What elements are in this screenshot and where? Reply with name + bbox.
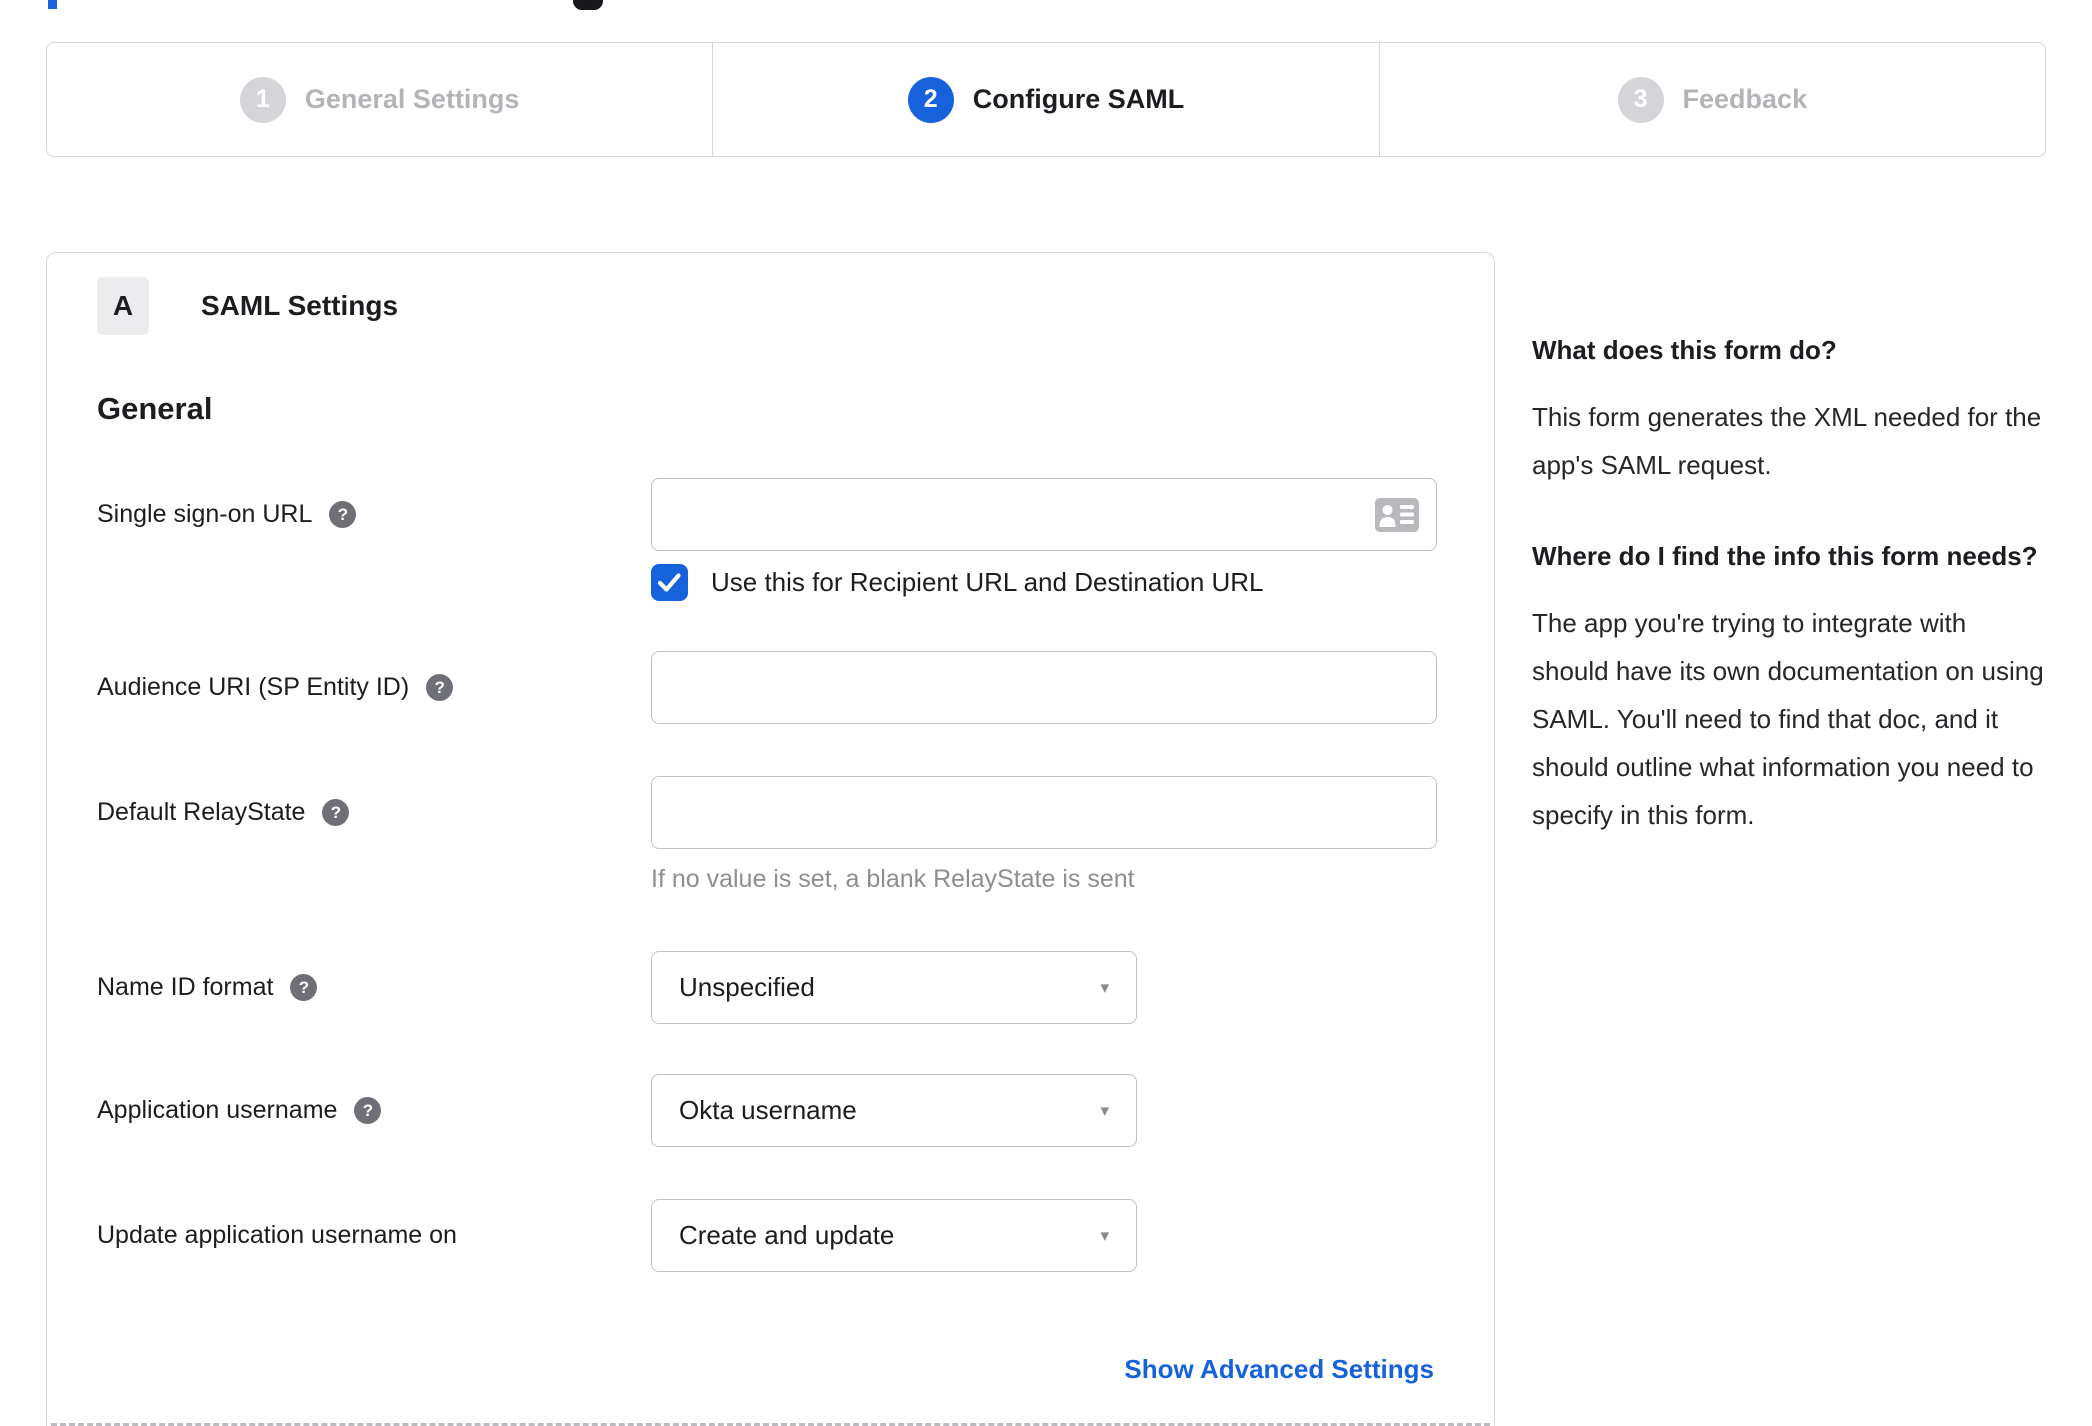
sso-url-help-icon[interactable]: ? <box>329 501 357 528</box>
update-application-username-select[interactable]: Create and update ▾ <box>651 1199 1137 1272</box>
general-group-title: General <box>97 391 213 426</box>
audience-uri-help-icon[interactable]: ? <box>426 674 454 701</box>
audience-uri-row: Audience URI (SP Entity ID) ? <box>97 651 1437 724</box>
audience-uri-input[interactable] <box>651 651 1437 724</box>
saml-settings-panel: A SAML Settings General Single sign-on U… <box>46 252 1495 1426</box>
name-id-format-selected-value: Unspecified <box>679 972 815 1002</box>
advanced-settings-row: Show Advanced Settings <box>97 1354 1434 1385</box>
step-2-label: Configure SAML <box>972 84 1185 114</box>
recipient-url-checkbox-label: Use this for Recipient URL and Destinati… <box>711 567 1264 597</box>
name-id-format-row: Name ID format ? Unspecified ▾ <box>97 951 1434 1024</box>
sidebar-paragraph-where: The app you're trying to integrate with … <box>1532 608 2044 830</box>
sso-url-row: Single sign-on URL ? Use this for Recipi… <box>97 478 1437 601</box>
step-1-label: General Settings <box>304 84 520 114</box>
chevron-down-icon: ▾ <box>1100 1225 1109 1245</box>
application-username-label: Application username <box>97 1096 338 1124</box>
section-letter-badge: A <box>97 277 149 335</box>
sso-url-label: Single sign-on URL <box>97 500 313 528</box>
recipient-url-checkbox-row[interactable]: Use this for Recipient URL and Destinati… <box>651 564 1437 601</box>
update-application-username-row: Update application username on Create an… <box>97 1199 1434 1272</box>
default-relaystate-row: Default RelayState ? If no value is set,… <box>97 776 1437 894</box>
sso-url-input[interactable] <box>651 478 1437 551</box>
default-relaystate-help-icon[interactable]: ? <box>322 799 350 826</box>
cutoff-blue-element <box>48 0 57 9</box>
step-general-settings[interactable]: 1 General Settings <box>47 43 714 156</box>
cutoff-dark-element <box>573 0 603 10</box>
sidebar-heading-what: What does this form do? <box>1532 335 1837 365</box>
show-advanced-settings-link[interactable]: Show Advanced Settings <box>1124 1354 1434 1384</box>
name-id-format-label: Name ID format <box>97 973 274 1001</box>
name-id-format-help-icon[interactable]: ? <box>290 974 318 1001</box>
application-username-row: Application username ? Okta username ▾ <box>97 1074 1434 1147</box>
update-application-username-label: Update application username on <box>97 1221 457 1249</box>
step-3-label: Feedback <box>1682 84 1808 114</box>
application-username-help-icon[interactable]: ? <box>354 1097 382 1124</box>
default-relaystate-input[interactable] <box>651 776 1437 849</box>
section-title: SAML Settings <box>201 290 399 321</box>
default-relaystate-hint: If no value is set, a blank RelayState i… <box>651 865 1135 893</box>
chevron-down-icon: ▾ <box>1100 1100 1109 1120</box>
name-id-format-select[interactable]: Unspecified ▾ <box>651 951 1137 1024</box>
wizard-stepper: 1 General Settings 2 Configure SAML 3 Fe… <box>46 42 2046 157</box>
step-1-badge: 1 <box>239 76 286 123</box>
recipient-url-checkbox[interactable] <box>651 564 688 601</box>
step-3-badge: 3 <box>1617 76 1664 123</box>
audience-uri-label: Audience URI (SP Entity ID) <box>97 673 410 701</box>
step-configure-saml[interactable]: 2 Configure SAML <box>713 43 1380 156</box>
update-application-username-selected-value: Create and update <box>679 1220 895 1250</box>
help-sidebar: What does this form do? This form genera… <box>1532 328 2048 839</box>
step-2-badge: 2 <box>907 76 954 123</box>
application-username-select[interactable]: Okta username ▾ <box>651 1074 1137 1147</box>
default-relaystate-label: Default RelayState <box>97 798 306 826</box>
panel-header: A SAML Settings <box>97 277 1434 335</box>
contact-card-icon <box>1375 497 1419 532</box>
sidebar-paragraph-what: This form generates the XML needed for t… <box>1532 402 2042 480</box>
sidebar-heading-where: Where do I find the info this form needs… <box>1532 541 2038 571</box>
application-username-selected-value: Okta username <box>679 1095 857 1125</box>
step-feedback[interactable]: 3 Feedback <box>1380 43 2045 156</box>
chevron-down-icon: ▾ <box>1100 977 1109 997</box>
